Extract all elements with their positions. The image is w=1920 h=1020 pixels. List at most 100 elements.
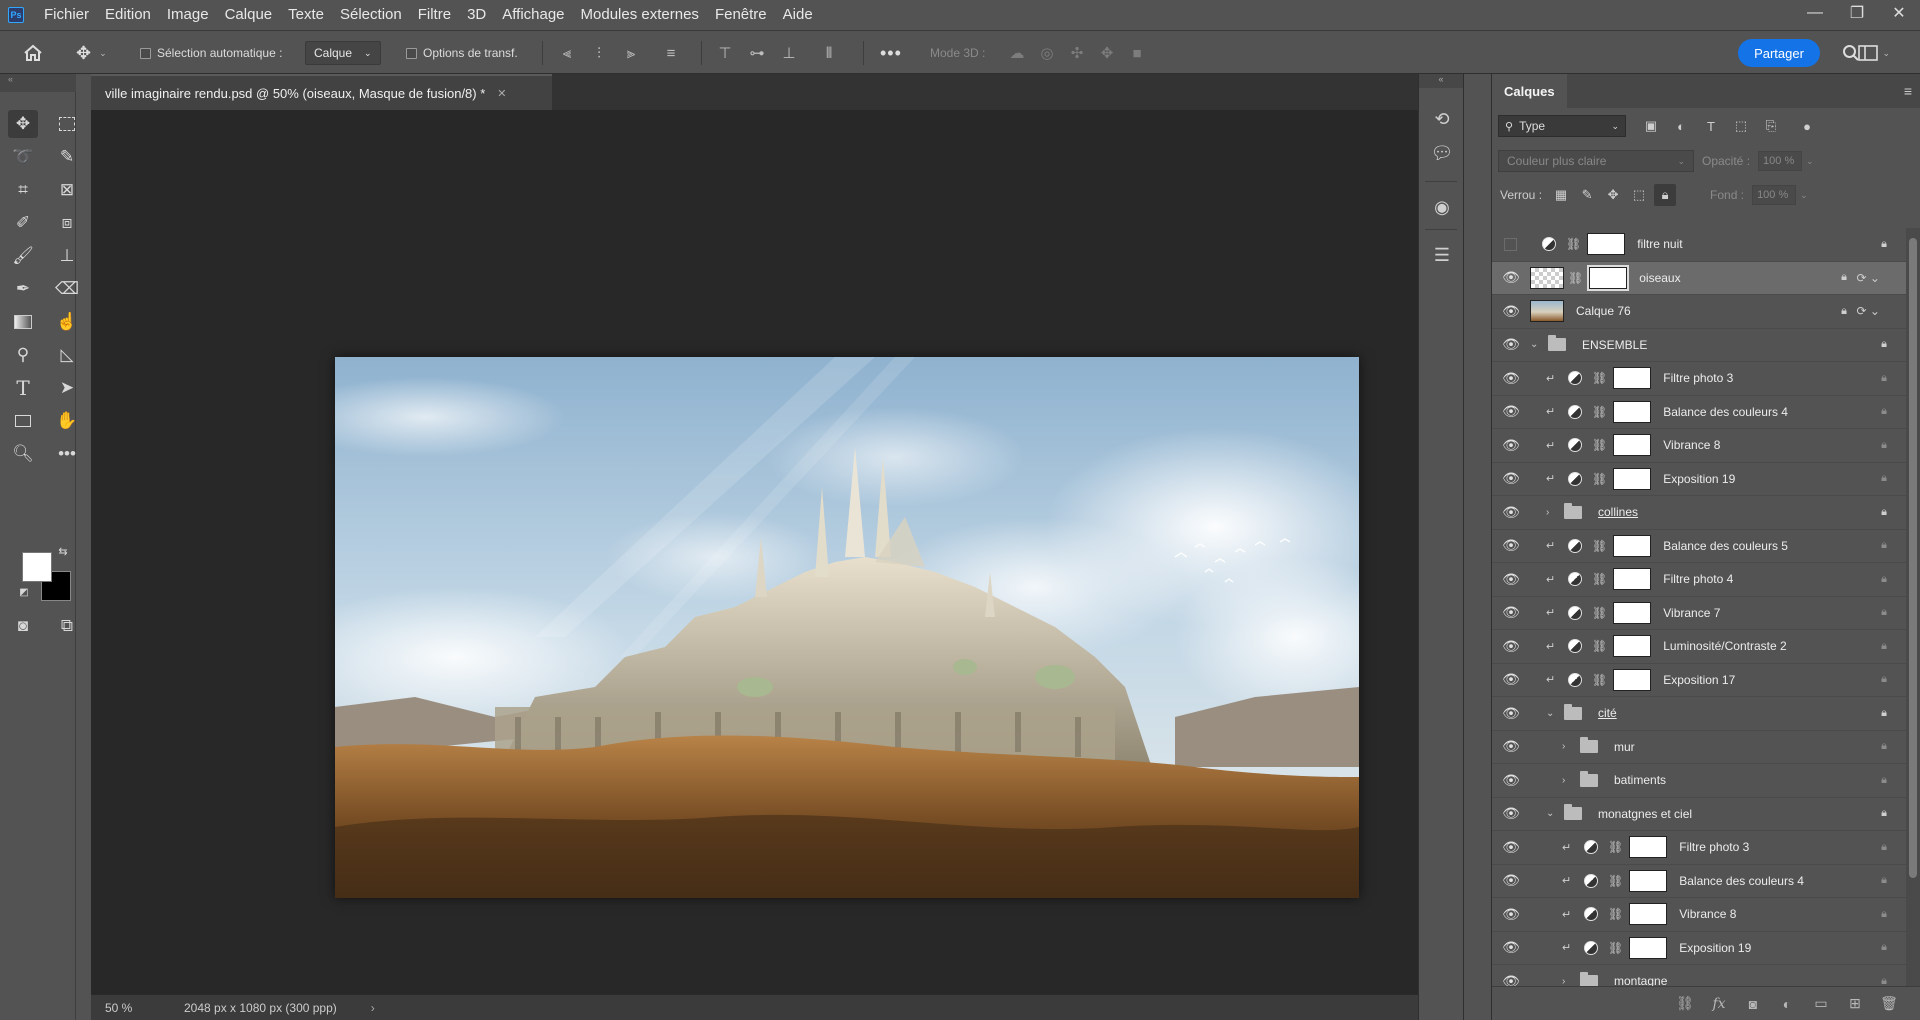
zoom-tool-icon[interactable]: 🔍︎: [8, 440, 38, 468]
minimize-icon[interactable]: —: [1794, 0, 1836, 26]
link-icon[interactable]: ⛓: [1608, 907, 1623, 921]
screen-mode-icon[interactable]: ⧉: [52, 612, 82, 640]
layer-mask-thumbnail[interactable]: [1613, 467, 1652, 490]
collapse-icon[interactable]: «: [0, 74, 76, 92]
layer-row[interactable]: 👁︎ ⌄ monatgnes et ciel 🔒︎: [1492, 798, 1908, 831]
chevron-right-icon[interactable]: ›: [1546, 507, 1560, 518]
transform-options-checkbox[interactable]: Options de transf.: [406, 31, 518, 75]
foreground-color-swatch[interactable]: [22, 552, 52, 582]
link-layers-icon[interactable]: ⛓: [1675, 995, 1695, 1012]
history-brush-tool-icon[interactable]: ✒: [8, 275, 38, 303]
layer-mask-thumbnail[interactable]: [1613, 367, 1652, 390]
link-icon[interactable]: ⛓: [1608, 840, 1623, 854]
layer-mask-thumbnail[interactable]: [1613, 635, 1652, 658]
layer-mask-thumbnail[interactable]: [1629, 836, 1668, 859]
zoom-level[interactable]: 50 %: [91, 1001, 151, 1015]
frame-tool-icon[interactable]: ⊠: [52, 176, 82, 204]
visibility-eye-icon[interactable]: 👁︎: [1502, 671, 1520, 688]
new-group-icon[interactable]: ▭: [1811, 995, 1831, 1012]
slide-3d-icon[interactable]: ✥: [1098, 44, 1116, 62]
document-tab[interactable]: ville imaginaire rendu.psd @ 50% (oiseau…: [91, 74, 552, 110]
layer-row[interactable]: 👁︎ ↵ ⛓ Filtre photo 4 🔒︎: [1492, 563, 1908, 597]
layer-mask-thumbnail[interactable]: [1613, 668, 1652, 691]
blend-mode-dropdown[interactable]: Couleur plus claire ⌄: [1498, 150, 1694, 172]
layer-row[interactable]: 👁︎ ↵ ⛓ Luminosité/Contraste 2 🔒︎: [1492, 630, 1908, 664]
link-icon[interactable]: ⛓: [1566, 237, 1581, 251]
chevron-down-icon[interactable]: ⌄: [1546, 708, 1560, 719]
align-top-icon[interactable]: ⊤: [716, 44, 734, 62]
align-middle-icon[interactable]: ⊶: [748, 44, 766, 62]
layer-row[interactable]: 👁︎ ↵ ⛓ Balance des couleurs 5 🔒︎: [1492, 530, 1908, 563]
filter-toggle-icon[interactable]: ●: [1796, 115, 1818, 137]
visibility-eye-icon[interactable]: 👁︎: [1502, 805, 1520, 822]
layer-row[interactable]: 👁︎ ⌄ cité 🔒︎: [1492, 697, 1908, 731]
visibility-eye-icon[interactable]: 👁︎: [1502, 571, 1520, 587]
smart-filter-icon[interactable]: ⟳ ⌄: [1857, 271, 1880, 285]
eraser-tool-icon[interactable]: ⌫: [52, 275, 82, 303]
layer-row[interactable]: 👁︎ ↵ ⛓ Vibrance 8 🔒︎: [1492, 429, 1908, 463]
menu-item[interactable]: Aide: [775, 0, 821, 30]
link-icon[interactable]: ⛓: [1592, 539, 1607, 553]
rectangle-tool-icon[interactable]: [8, 407, 38, 435]
panel-menu-icon[interactable]: ≡: [1904, 83, 1912, 99]
chevron-right-icon[interactable]: ›: [1562, 775, 1576, 786]
lock-position-icon[interactable]: ✥: [1602, 184, 1624, 206]
menu-item[interactable]: Modules externes: [573, 0, 707, 30]
menu-item[interactable]: Affichage: [494, 0, 572, 30]
layer-thumbnail[interactable]: [1530, 300, 1564, 323]
visibility-eye-icon[interactable]: 👁︎: [1502, 872, 1520, 889]
move-tool-icon[interactable]: ✥ ⌄: [76, 31, 107, 75]
menu-item[interactable]: Image: [159, 0, 217, 30]
filter-type-icon[interactable]: T: [1700, 115, 1722, 137]
layers-scrollbar[interactable]: [1906, 228, 1920, 988]
quick-selection-tool-icon[interactable]: ✎: [52, 143, 82, 171]
layer-row[interactable]: ⛓ filtre nuit 🔒︎: [1492, 228, 1908, 262]
canvas-image[interactable]: [335, 357, 1359, 898]
layer-filter-dropdown[interactable]: ⚲ Type ⌄: [1498, 115, 1626, 137]
layer-row[interactable]: 👁︎ ↵ ⛓ Exposition 19 🔒︎: [1492, 932, 1908, 965]
visibility-eye-icon[interactable]: 👁︎: [1502, 839, 1520, 855]
pan-3d-icon[interactable]: ✣: [1068, 44, 1086, 62]
history-icon[interactable]: ⟲: [1419, 102, 1465, 136]
layer-row[interactable]: 👁︎ ⛓ oiseaux ⟳ ⌄ 🔒︎: [1492, 261, 1908, 295]
visibility-eye-icon[interactable]: 👁︎: [1502, 504, 1520, 520]
fx-icon[interactable]: fx: [1709, 996, 1729, 1012]
visibility-eye-icon[interactable]: 👁︎: [1502, 437, 1520, 453]
menu-item[interactable]: Sélection: [332, 0, 410, 30]
home-icon[interactable]: [22, 31, 44, 75]
gradient-tool-icon[interactable]: [8, 308, 38, 336]
move-tool-icon[interactable]: ✥: [8, 110, 38, 138]
layer-row[interactable]: 👁︎ › mur 🔒︎: [1492, 731, 1908, 764]
menu-item[interactable]: 3D: [459, 0, 494, 30]
auto-select-target-dropdown[interactable]: Calque ⌄: [305, 41, 381, 65]
opacity-input[interactable]: 100 %: [1758, 151, 1803, 171]
filter-shape-icon[interactable]: ⬚: [1730, 115, 1752, 137]
fill-input[interactable]: 100 %: [1752, 185, 1797, 205]
layer-row[interactable]: 👁︎ ↵ ⛓ Filtre photo 3 🔒︎: [1492, 362, 1908, 396]
visibility-eye-icon[interactable]: 👁︎: [1502, 738, 1520, 755]
lock-all-icon[interactable]: 🔒︎: [1654, 184, 1677, 206]
auto-select-checkbox[interactable]: Sélection automatique :: [140, 31, 282, 75]
visibility-eye-icon[interactable]: 👁︎: [1502, 906, 1520, 922]
visibility-eye-icon[interactable]: 👁︎: [1502, 537, 1520, 554]
share-button[interactable]: Partager: [1738, 39, 1820, 67]
menu-item[interactable]: Calque: [217, 0, 281, 30]
layer-mask-thumbnail[interactable]: [1613, 568, 1652, 591]
3d-icon[interactable]: ◉: [1419, 190, 1465, 224]
chevron-right-icon[interactable]: ›: [1562, 741, 1576, 752]
menu-item[interactable]: Edition: [97, 0, 159, 30]
crop-tool-icon[interactable]: ⌗: [8, 176, 38, 204]
link-icon[interactable]: ⛓: [1592, 371, 1607, 385]
link-icon[interactable]: ⛓: [1592, 472, 1607, 486]
filter-pixel-icon[interactable]: ▣: [1640, 115, 1662, 137]
link-icon[interactable]: ⛓: [1592, 572, 1607, 586]
layer-mask-thumbnail[interactable]: [1613, 434, 1652, 457]
layer-row[interactable]: 👁︎ ↵ ⛓ Vibrance 8 🔒︎: [1492, 898, 1908, 932]
layer-mask-thumbnail[interactable]: [1629, 936, 1668, 959]
visibility-eye-icon[interactable]: 👁︎: [1502, 705, 1520, 721]
visibility-eye-icon[interactable]: 👁︎: [1502, 303, 1520, 319]
link-icon[interactable]: ⛓: [1592, 639, 1607, 653]
visibility-eye-icon[interactable]: 👁︎: [1502, 939, 1520, 956]
quick-mask-icon[interactable]: ◙: [8, 612, 38, 640]
hand-tool-icon[interactable]: ✋: [52, 407, 82, 435]
